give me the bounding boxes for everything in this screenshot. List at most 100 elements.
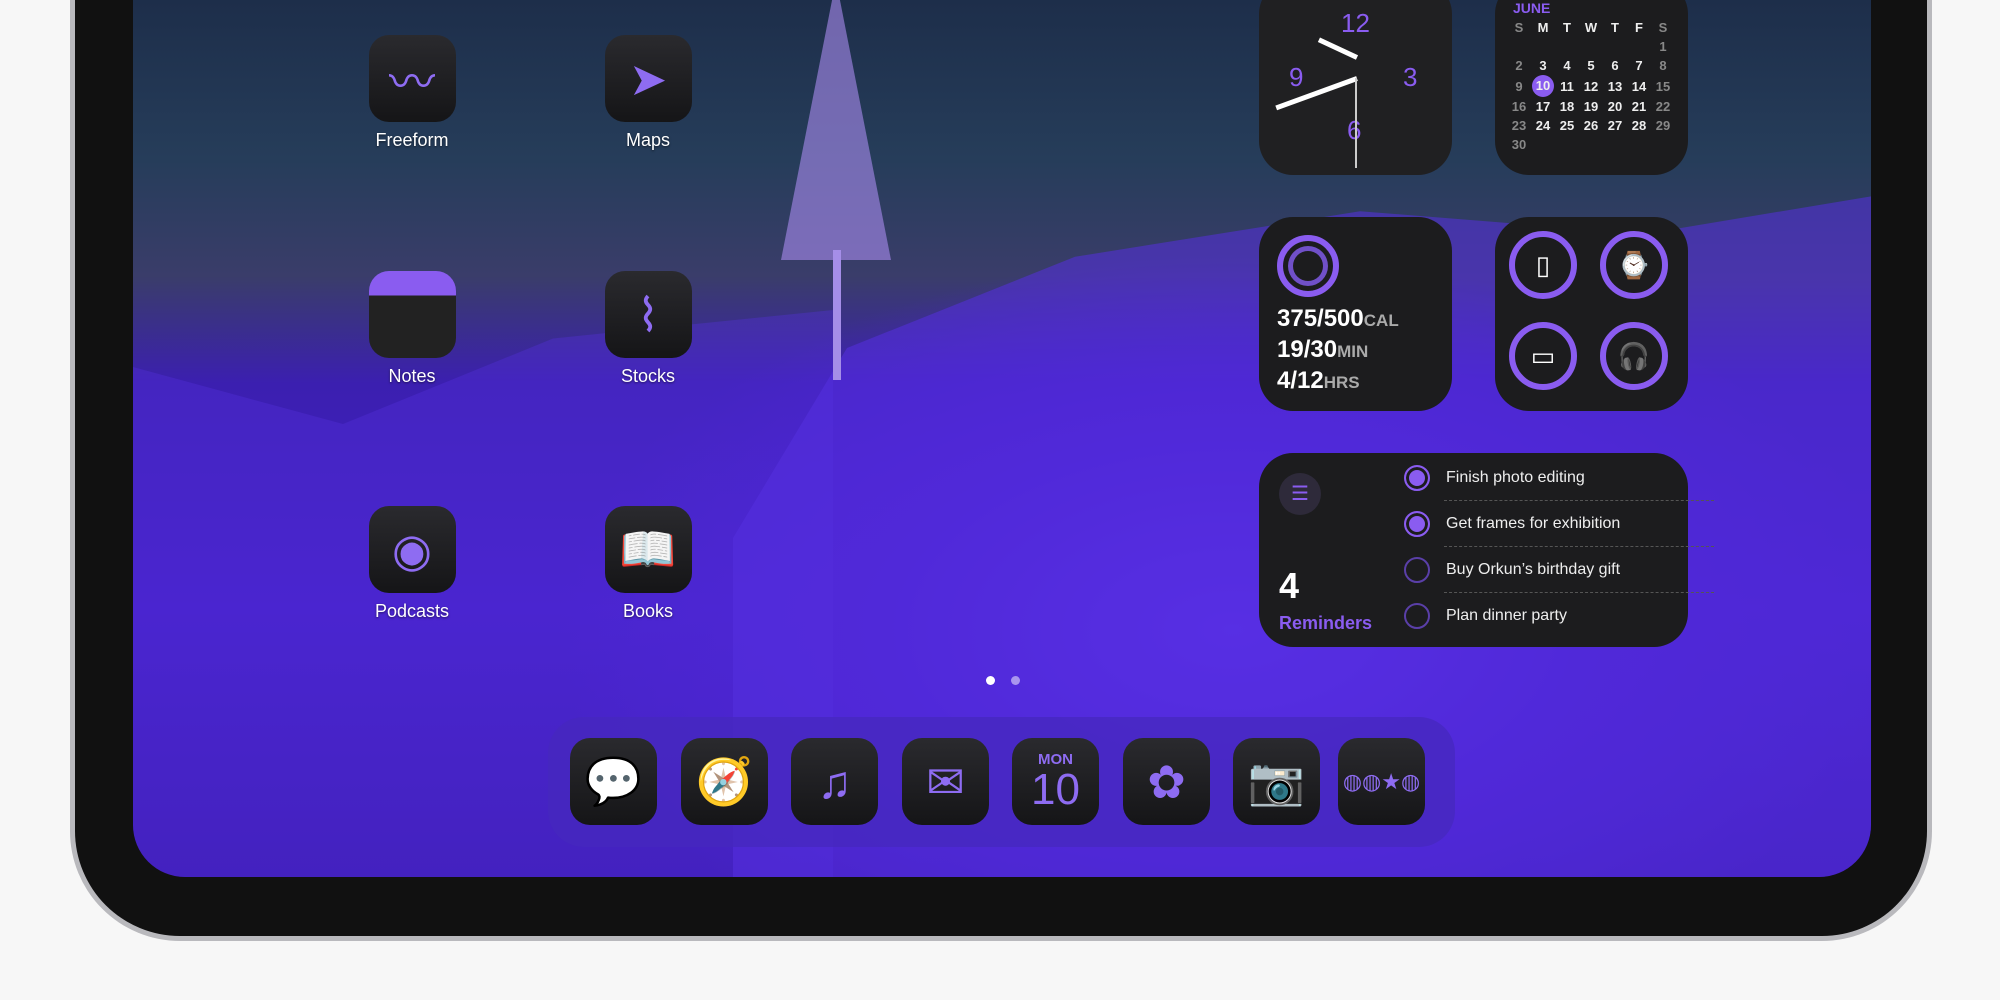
calendar-day[interactable] xyxy=(1507,37,1531,56)
calendar-widget[interactable]: JUNE S M T W T F S 1 2 3 4 5 6 7 8 9 10 11 12 13 14 15 16 17 18 1… xyxy=(1495,0,1688,175)
reminder-checkbox[interactable] xyxy=(1404,464,1430,491)
calendar-day[interactable] xyxy=(1579,37,1603,56)
calendar-day[interactable]: 3 xyxy=(1531,56,1555,75)
reminder-text: Plan dinner party xyxy=(1446,607,1567,624)
reminders-widget[interactable]: ☰ 4 Reminders Finish photo editing Get fr… xyxy=(1259,453,1714,647)
calendar-day[interactable] xyxy=(1555,135,1579,154)
reminder-item[interactable]: Buy Orkun’s birthday gift xyxy=(1404,547,1714,593)
calendar-day[interactable]: 15 xyxy=(1651,75,1675,97)
calendar-day[interactable]: 23 xyxy=(1507,116,1531,135)
notes-icon xyxy=(368,271,456,358)
weekday-label: S xyxy=(1658,20,1668,35)
maps-icon: ➤ xyxy=(604,35,692,122)
calendar-day[interactable]: 20 xyxy=(1603,97,1627,116)
reminder-text: Finish photo editing xyxy=(1446,468,1585,486)
weekday-label: F xyxy=(1635,20,1643,35)
reminder-item[interactable]: Plan dinner party xyxy=(1404,593,1714,639)
move-value: 375/500 xyxy=(1277,305,1364,332)
clock-widget[interactable]: 12 3 6 9 xyxy=(1259,0,1452,175)
camera-icon[interactable]: 📷 xyxy=(1233,738,1320,825)
calendar-day[interactable]: 14 xyxy=(1627,75,1651,97)
calendar-day[interactable]: 13 xyxy=(1603,75,1627,97)
app-label: Maps xyxy=(625,130,670,150)
calendar-day[interactable] xyxy=(1651,135,1675,154)
calendar-date: 10 xyxy=(1031,765,1080,814)
podcasts-icon: ◉ xyxy=(368,506,456,593)
second-hand xyxy=(1355,78,1357,168)
calendar-day[interactable]: 25 xyxy=(1555,116,1579,135)
clock-numeral: 9 xyxy=(1289,62,1304,92)
calendar-day[interactable] xyxy=(1627,135,1651,154)
calendar-day[interactable] xyxy=(1531,135,1555,154)
calendar-day[interactable]: 21 xyxy=(1627,97,1651,116)
calendar-day[interactable]: 26 xyxy=(1579,116,1603,135)
reminder-item[interactable]: Get frames for exhibition xyxy=(1404,501,1714,547)
reminder-checkbox[interactable] xyxy=(1404,603,1430,629)
calendar-day[interactable]: 30 xyxy=(1507,135,1531,154)
calendar-day[interactable]: 24 xyxy=(1531,116,1555,135)
activity-rings-icon xyxy=(1277,235,1339,297)
calendar-day[interactable]: 22 xyxy=(1651,97,1675,116)
calendar-day[interactable]: 18 xyxy=(1555,97,1579,116)
reminders-list-icon: ☰ xyxy=(1279,473,1321,515)
calendar-day[interactable]: 2 xyxy=(1507,56,1531,75)
app-library-icon[interactable]: ◍◍★◍ xyxy=(1338,738,1425,825)
calendar-day[interactable]: 27 xyxy=(1603,116,1627,135)
calendar-day[interactable] xyxy=(1555,37,1579,56)
airpods-case-battery-icon: ▭ xyxy=(1509,322,1577,390)
calendar-day[interactable]: 28 xyxy=(1627,116,1651,135)
activity-widget[interactable]: 375/500CAL 19/30MIN 4/12HRS xyxy=(1259,217,1452,411)
ipad-battery-icon: ▯ xyxy=(1509,231,1577,299)
calendar-day[interactable]: 7 xyxy=(1627,56,1651,75)
calendar-day[interactable] xyxy=(1579,135,1603,154)
calendar-day[interactable]: 1 xyxy=(1651,37,1675,56)
reminder-checkbox[interactable] xyxy=(1404,556,1430,583)
reminder-item[interactable]: Finish photo editing xyxy=(1404,455,1714,501)
music-icon[interactable]: ♫ xyxy=(791,738,878,825)
page-dot[interactable] xyxy=(1011,676,1020,685)
calendar-day[interactable]: 4 xyxy=(1555,56,1579,75)
app-maps[interactable]: ➤ Maps xyxy=(588,35,708,151)
mail-icon[interactable]: ✉ xyxy=(902,738,989,825)
messages-icon[interactable]: 💬 xyxy=(570,738,657,825)
calendar-day[interactable] xyxy=(1531,37,1555,56)
weekday-label: T xyxy=(1611,20,1619,35)
freeform-icon: 〰 xyxy=(368,35,456,122)
tree xyxy=(781,0,891,260)
weekday-label: W xyxy=(1584,20,1598,35)
calendar-day[interactable]: 11 xyxy=(1555,75,1579,97)
app-stocks[interactable]: ⌇ Stocks xyxy=(588,271,708,387)
batteries-widget[interactable]: ▯ ⌚ ▭ 🎧 xyxy=(1495,217,1688,411)
reminder-checkbox[interactable] xyxy=(1404,510,1430,537)
calendar-day[interactable] xyxy=(1627,37,1651,56)
calendar-day[interactable]: 8 xyxy=(1651,56,1675,75)
calendar-day[interactable] xyxy=(1603,135,1627,154)
calendar-day[interactable]: 9 xyxy=(1507,75,1531,97)
page-dot-active[interactable] xyxy=(986,676,995,685)
calendar-day[interactable] xyxy=(1603,37,1627,56)
photos-icon[interactable]: ✿ xyxy=(1123,738,1210,825)
calendar-icon[interactable]: MON 10 xyxy=(1012,738,1099,825)
exercise-unit: MIN xyxy=(1337,342,1369,361)
calendar-day[interactable]: 17 xyxy=(1531,97,1555,116)
app-freeform[interactable]: 〰 Freeform xyxy=(352,35,472,151)
weekday-label: T xyxy=(1563,20,1571,35)
calendar-day[interactable]: 10 xyxy=(1531,75,1555,97)
app-label: Stocks xyxy=(620,366,676,386)
calendar-day[interactable]: 5 xyxy=(1579,56,1603,75)
calendar-day[interactable]: 6 xyxy=(1603,56,1627,75)
app-podcasts[interactable]: ◉ Podcasts xyxy=(352,506,472,622)
calendar-day[interactable]: 12 xyxy=(1579,75,1603,97)
calendar-day[interactable]: 19 xyxy=(1579,97,1603,116)
weekday-label: M xyxy=(1537,20,1549,35)
app-label: Books xyxy=(622,601,674,621)
watch-battery-icon: ⌚ xyxy=(1600,231,1668,299)
calendar-day[interactable]: 16 xyxy=(1507,97,1531,116)
weekday-label: S xyxy=(1514,20,1524,35)
app-books[interactable]: 📖 Books xyxy=(588,506,708,622)
safari-icon[interactable]: 🧭 xyxy=(681,738,768,825)
stand-value: 4/12 xyxy=(1277,367,1324,394)
app-notes[interactable]: Notes xyxy=(352,271,472,387)
calendar-day[interactable]: 29 xyxy=(1651,116,1675,135)
reminders-title: Reminders xyxy=(1279,613,1373,633)
